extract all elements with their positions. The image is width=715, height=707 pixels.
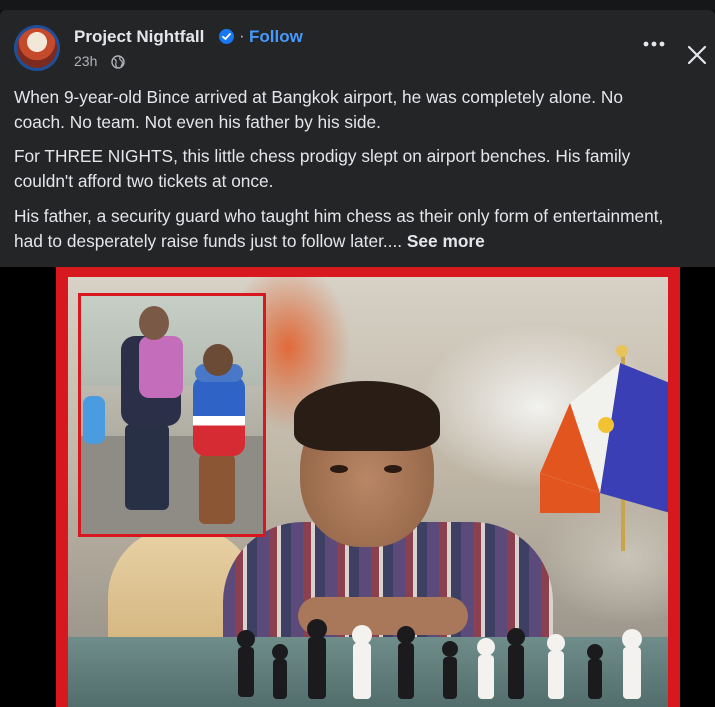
close-icon[interactable] <box>686 44 708 66</box>
post-line: couldn't afford two tickets at once. <box>14 171 274 191</box>
page-name-link[interactable]: Project Nightfall <box>74 27 204 47</box>
flag-finial <box>616 345 628 357</box>
pink-backpack <box>139 336 183 398</box>
post-line: When 9-year-old Bince arrived at Bangkok… <box>14 87 623 107</box>
verified-badge-icon <box>219 29 234 44</box>
follow-button[interactable]: Follow <box>249 27 303 47</box>
boy-eye-right <box>384 465 402 473</box>
post-paragraph-1: When 9-year-old Bince arrived at Bangkok… <box>14 85 715 135</box>
avatar-image <box>17 28 57 68</box>
see-more-link[interactable]: See more <box>407 231 485 251</box>
father-head <box>139 306 169 340</box>
image-red-frame <box>56 267 680 707</box>
inset-photo-father-son <box>78 293 266 537</box>
chess-pieces-icon <box>237 619 642 699</box>
post-line: had to desperately raise funds just to f… <box>14 229 715 254</box>
father-legs <box>125 424 169 510</box>
post-line-text: had to desperately raise funds just to f… <box>14 231 403 251</box>
blue-bag <box>83 396 105 444</box>
philippine-flag-icon <box>540 363 668 513</box>
post-photo[interactable] <box>68 277 668 707</box>
post-media[interactable] <box>0 267 715 707</box>
post-paragraph-2: For THREE NIGHTS, this little chess prod… <box>14 144 715 194</box>
post-line: His father, a security guard who taught … <box>14 206 664 226</box>
globe-icon <box>111 55 125 69</box>
boy-eye-left <box>330 465 348 473</box>
kid-head <box>203 344 233 376</box>
more-options-icon[interactable] <box>640 34 668 54</box>
kid-jacket <box>193 376 245 456</box>
page-avatar[interactable] <box>14 25 60 71</box>
separator-dot: · <box>239 26 245 45</box>
post-line: coach. No team. Not even his father by h… <box>14 112 381 132</box>
post-card: Project Nightfall · Follow 23h When 9-ye… <box>0 10 715 267</box>
post-paragraph-3: His father, a security guard who taught … <box>14 204 715 254</box>
boy-hair <box>294 381 440 451</box>
post-timestamp[interactable]: 23h <box>74 53 97 69</box>
kid-legs <box>199 454 235 524</box>
post-line: For THREE NIGHTS, this little chess prod… <box>14 146 631 166</box>
top-strip <box>0 0 715 10</box>
